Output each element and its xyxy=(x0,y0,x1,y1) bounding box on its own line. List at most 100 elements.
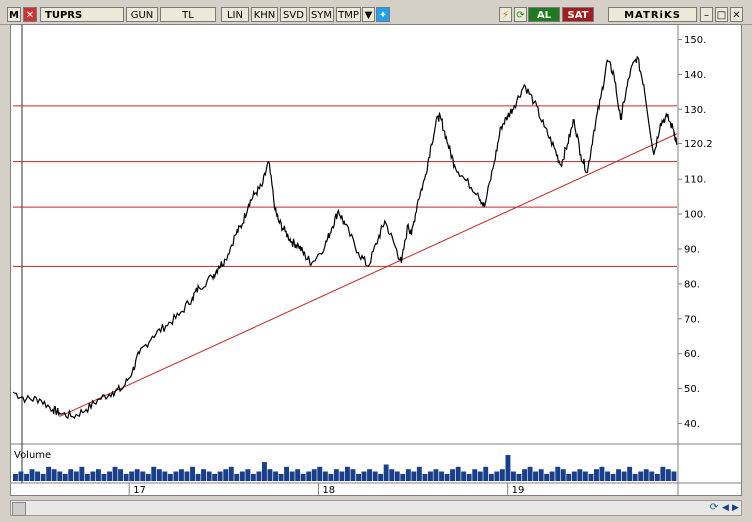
volume-bar xyxy=(51,469,57,481)
volume-bar xyxy=(466,473,472,481)
volume-bar xyxy=(18,471,24,481)
volume-bar xyxy=(350,469,356,481)
volume-bar xyxy=(62,473,68,481)
volume-bar xyxy=(201,469,206,481)
sym-button[interactable]: SYM xyxy=(309,7,334,22)
volume-bar xyxy=(262,462,267,481)
volume-bar xyxy=(599,466,605,481)
volume-bar xyxy=(162,471,168,481)
volume-bar xyxy=(46,466,52,481)
y-tick-label: 70. xyxy=(684,314,700,325)
volume-bar xyxy=(295,469,301,481)
volume-bar xyxy=(68,469,74,481)
volume-bar xyxy=(577,469,583,481)
y-tick-label: 120.2 xyxy=(684,139,713,150)
volume-bar xyxy=(361,471,367,481)
price-series-line[interactable] xyxy=(12,55,678,420)
arrow-right-icon[interactable]: ▶ xyxy=(732,502,742,514)
volume-bar xyxy=(643,469,649,481)
sync-icon[interactable]: ⟳ xyxy=(708,502,720,514)
volume-bar xyxy=(555,466,561,481)
trend-line[interactable] xyxy=(59,133,678,418)
window-close-icon[interactable]: ✕ xyxy=(730,7,743,22)
close-icon[interactable]: ✕ xyxy=(23,7,37,22)
volume-bar xyxy=(627,466,633,481)
volume-bar xyxy=(671,471,677,481)
period-button[interactable]: GUN xyxy=(126,7,158,22)
volume-bar xyxy=(533,471,538,481)
sell-button[interactable]: SAT xyxy=(562,7,594,22)
chevron-down-icon[interactable]: ▼ xyxy=(362,7,375,22)
volume-bar xyxy=(40,473,46,481)
volume-bar xyxy=(184,471,190,481)
y-tick-label: 130. xyxy=(684,105,706,116)
volume-bar xyxy=(289,471,295,481)
volume-bar xyxy=(433,469,439,481)
lightning-icon[interactable]: ⚡ xyxy=(499,7,512,22)
volume-bar xyxy=(101,473,107,481)
volume-bar xyxy=(212,473,218,481)
currency-button[interactable]: TL xyxy=(160,7,216,22)
volume-bar xyxy=(472,469,478,481)
volume-bar xyxy=(190,466,195,481)
volume-bar xyxy=(256,471,262,481)
x-tick-label: 17 xyxy=(133,485,146,495)
maximize-icon[interactable]: □ xyxy=(715,7,728,22)
volume-label: Volume xyxy=(14,450,51,461)
symbol-selector[interactable]: TUPRS xyxy=(40,7,124,22)
volume-bar xyxy=(522,469,527,481)
volume-bar xyxy=(140,471,146,481)
volume-bar xyxy=(605,471,610,481)
volume-bar xyxy=(112,466,118,481)
volume-bar xyxy=(383,464,389,481)
volume-bar xyxy=(217,471,223,481)
minimize-icon[interactable]: – xyxy=(700,7,713,22)
volume-bar xyxy=(322,471,328,481)
volume-bar xyxy=(90,471,96,481)
scroll-left-handle[interactable] xyxy=(12,502,26,516)
y-tick-label: 80. xyxy=(684,279,700,290)
volume-bar xyxy=(228,466,234,481)
price-chart[interactable]: 150. 140. 130. 120.2 110. 100. 90. 80. 70. 60. 50.… xyxy=(11,25,741,496)
matriks-menu-button[interactable]: M xyxy=(7,7,21,22)
y-tick-label: 140. xyxy=(684,70,706,81)
volume-bar xyxy=(284,466,289,481)
toolbar: M ✕ TUPRS GUN TL LIN KHN SVD SYM TMP ▼ ✦… xyxy=(0,0,752,25)
svd-button[interactable]: SVD xyxy=(280,7,307,22)
volume-bar xyxy=(96,469,101,481)
volume-bar xyxy=(400,473,406,481)
volume-bar xyxy=(239,471,245,481)
khn-button[interactable]: KHN xyxy=(251,7,278,22)
volume-bar xyxy=(145,473,151,481)
volume-bar xyxy=(73,471,79,481)
volume-bar xyxy=(167,473,173,481)
brand-logo: MATRiKS xyxy=(608,7,697,22)
volume-bar xyxy=(206,471,212,481)
volume-bar xyxy=(638,471,644,481)
twitter-icon[interactable]: ✦ xyxy=(376,7,390,22)
volume-bar xyxy=(616,469,621,481)
tmp-button[interactable]: TMP xyxy=(336,7,361,22)
volume-bar xyxy=(107,471,112,481)
scale-button[interactable]: LIN xyxy=(221,7,249,22)
buy-button[interactable]: AL xyxy=(528,7,560,22)
volume-bar xyxy=(306,471,312,481)
volume-bar xyxy=(582,471,588,481)
volume-bar xyxy=(156,469,162,481)
refresh-icon[interactable]: ⟳ xyxy=(514,7,527,22)
volume-bar xyxy=(250,473,256,481)
volume-bar xyxy=(234,473,240,481)
volume-bar xyxy=(300,473,306,481)
volume-bar xyxy=(621,471,627,481)
volume-bar xyxy=(499,469,505,481)
volume-bar xyxy=(345,466,350,481)
volume-bar xyxy=(378,473,384,481)
volume-bar xyxy=(394,471,400,481)
volume-bar xyxy=(505,455,511,481)
volume-bar xyxy=(195,473,201,481)
arrow-left-icon[interactable]: ◀ xyxy=(722,502,732,514)
horizontal-scrollbar[interactable]: ⟳ ◀ ▶ xyxy=(10,500,742,516)
volume-bar xyxy=(13,473,18,481)
volume-bar xyxy=(450,469,455,481)
y-tick-label: 60. xyxy=(684,349,700,360)
